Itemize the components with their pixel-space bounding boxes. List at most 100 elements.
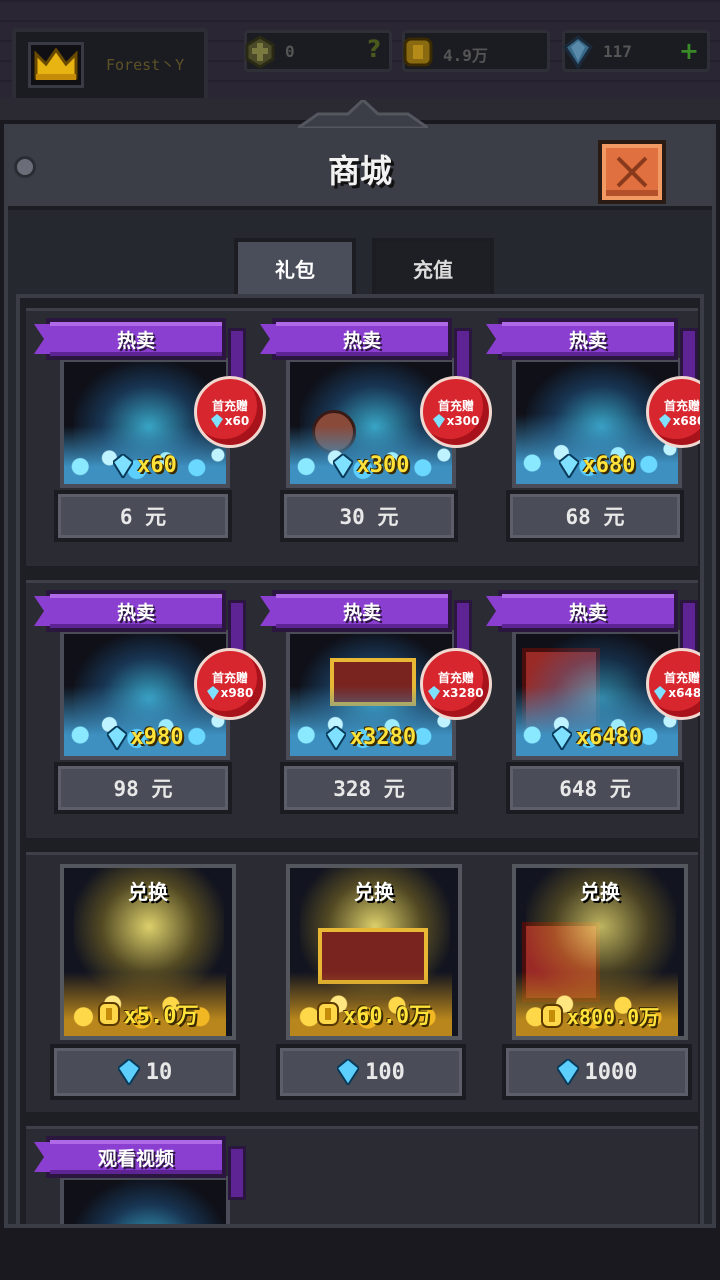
help-button[interactable]: ? [367, 35, 381, 63]
gold-value: 4.9万 [443, 46, 488, 65]
price-button[interactable]: 6 元 [54, 490, 232, 542]
amount-label: x60.0万 [342, 1004, 432, 1029]
close-icon [616, 156, 648, 188]
exchange-amount: x5.0万 [64, 998, 232, 1030]
hot-sale-ribbon: 热卖 [486, 318, 678, 360]
exchange-image: 兑换 x5.0万 [60, 864, 236, 1040]
exchange-title: 兑换 [580, 880, 620, 904]
package-amount: x680 [516, 453, 678, 478]
exchange-cost-button[interactable]: 100 [276, 1044, 466, 1100]
price-button[interactable]: 98 元 [54, 762, 232, 814]
bonus-label: 首充赠 [663, 398, 700, 413]
bonus-amount-value: x680 [672, 413, 704, 428]
gem-icon [325, 725, 346, 750]
hot-sale-ribbon: 热卖 [34, 590, 226, 632]
ribbon-tail [680, 600, 698, 654]
gem-icon [551, 725, 572, 750]
amount-label: x980 [130, 725, 184, 750]
gem-icon [117, 1059, 140, 1085]
bonus-amount: x60 [210, 413, 250, 428]
amount-label: x60 [137, 453, 177, 478]
panel-notch [298, 100, 428, 128]
amount-label: x3280 [349, 725, 417, 750]
gem-icon [337, 1059, 360, 1085]
amount-label: x680 [582, 453, 636, 478]
gem-icon [332, 453, 353, 478]
price-button[interactable]: 648 元 [506, 762, 684, 814]
gem-counter: 117 + [562, 30, 710, 72]
exchange-cost-button[interactable]: 1000 [502, 1044, 692, 1100]
gem-icon [556, 1059, 579, 1085]
add-gems-button[interactable]: + [679, 37, 699, 65]
bonus-amount: x980 [206, 685, 254, 700]
gem-icon [210, 413, 223, 428]
medal-counter[interactable]: 0 ? [244, 30, 392, 72]
package-amount: x6480 [516, 725, 678, 750]
gem-icon [432, 413, 445, 428]
gold-coin-icon [540, 1003, 563, 1028]
package-amount: x3280 [290, 725, 452, 750]
exchange-amount: x60.0万 [290, 998, 458, 1030]
price-button[interactable]: 30 元 [280, 490, 458, 542]
tab-recharge[interactable]: 充值 [372, 238, 494, 294]
gem-value: 117 [603, 42, 632, 61]
amount-label: x5.0万 [123, 1004, 199, 1029]
player-profile[interactable]: Forest丶Y [12, 28, 208, 102]
package-amount: x980 [64, 725, 226, 750]
video-image [60, 1176, 230, 1224]
gold-coin-icon [97, 1002, 120, 1026]
gem-icon [562, 35, 594, 69]
close-button[interactable] [598, 140, 666, 204]
bonus-label: 首充赠 [211, 670, 248, 685]
cost-label: 1000 [584, 1059, 638, 1085]
bonus-amount: x6480 [654, 685, 702, 700]
shop-panel: 商城 礼包 充值 热卖 x60 首充赠 x60 6 元 热卖 x300 首充赠 … [4, 100, 716, 1228]
tab-gift-packs[interactable]: 礼包 [234, 238, 356, 294]
first-charge-bonus-badge: 首充赠 x3280 [420, 648, 492, 720]
ribbon-tail [680, 328, 698, 382]
gem-icon [654, 685, 667, 700]
bonus-amount-value: x6480 [668, 685, 702, 700]
gem-icon [658, 413, 671, 428]
hot-sale-ribbon: 热卖 [34, 318, 226, 360]
bonus-label: 首充赠 [437, 398, 474, 413]
package-amount: x300 [290, 453, 452, 478]
bonus-label: 首充赠 [211, 398, 248, 413]
cost-label: 100 [365, 1059, 405, 1085]
price-button[interactable]: 68 元 [506, 490, 684, 542]
player-name: Forest丶Y [106, 56, 185, 74]
crown-icon [34, 48, 78, 80]
shop-content: 热卖 x60 首充赠 x60 6 元 热卖 x300 首充赠 x300 30 元… [16, 294, 704, 1228]
exchange-title: 兑换 [354, 880, 394, 904]
video-glow [74, 1180, 224, 1224]
medal-icon [245, 35, 275, 69]
gem-icon [558, 453, 579, 478]
cost-label: 10 [145, 1059, 173, 1085]
panel-header: 商城 [8, 128, 712, 210]
hot-sale-ribbon: 热卖 [486, 590, 678, 632]
gold-counter: 4.9万 [402, 30, 550, 72]
package-amount: x60 [64, 453, 226, 478]
gem-icon [206, 685, 219, 700]
bonus-amount-value: x980 [220, 685, 254, 700]
ribbon-tail [228, 600, 246, 654]
exchange-amount: x800.0万 [516, 1001, 684, 1030]
bonus-amount: x300 [432, 413, 480, 428]
first-charge-bonus-badge: 首充赠 x980 [194, 648, 266, 720]
exchange-image: 兑换 x60.0万 [286, 864, 462, 1040]
exchange-cost-button[interactable]: 10 [50, 1044, 240, 1100]
bonus-label: 首充赠 [437, 670, 474, 685]
bonus-amount-value: x60 [224, 413, 250, 428]
bonus-amount: x3280 [428, 685, 484, 700]
amount-label: x800.0万 [566, 1005, 660, 1029]
bonus-amount-value: x300 [446, 413, 480, 428]
amount-label: x300 [356, 453, 410, 478]
hot-sale-ribbon: 热卖 [260, 318, 452, 360]
bonus-label: 首充赠 [663, 670, 700, 685]
exchange-title: 兑换 [128, 880, 168, 904]
price-button[interactable]: 328 元 [280, 762, 458, 814]
ribbon-tail [454, 328, 472, 382]
avatar[interactable] [28, 42, 84, 88]
ribbon-tail [228, 1146, 246, 1200]
gem-icon [106, 725, 127, 750]
